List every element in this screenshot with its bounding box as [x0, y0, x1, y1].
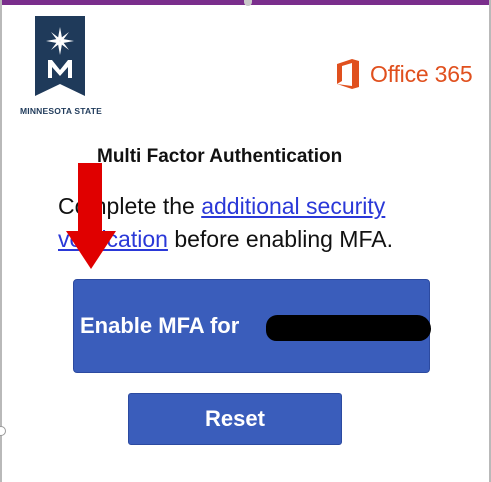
- side-resize-handle[interactable]: [0, 426, 6, 436]
- instruction-text: Complete the additional security verific…: [58, 190, 458, 256]
- top-resize-handle[interactable]: [244, 0, 252, 6]
- office-icon: [337, 59, 359, 89]
- red-arrow-annotation: [66, 163, 116, 269]
- enable-mfa-label: Enable MFA for: [80, 313, 240, 338]
- reset-button[interactable]: Reset: [128, 393, 342, 445]
- left-border: [0, 0, 2, 482]
- office-365-text: Office 365: [370, 60, 473, 87]
- office-365-logo: Office 365: [334, 58, 473, 90]
- redacted-username: [266, 315, 431, 341]
- instruction-suffix: before enabling MFA.: [174, 226, 393, 252]
- north-star-flag-icon: [35, 16, 85, 96]
- reset-label: Reset: [205, 406, 265, 431]
- minnesota-state-logo: MINNESOTA STATE: [15, 12, 107, 118]
- page-title: Multi Factor Authentication: [97, 146, 343, 167]
- university-name: MINNESOTA STATE: [19, 106, 102, 116]
